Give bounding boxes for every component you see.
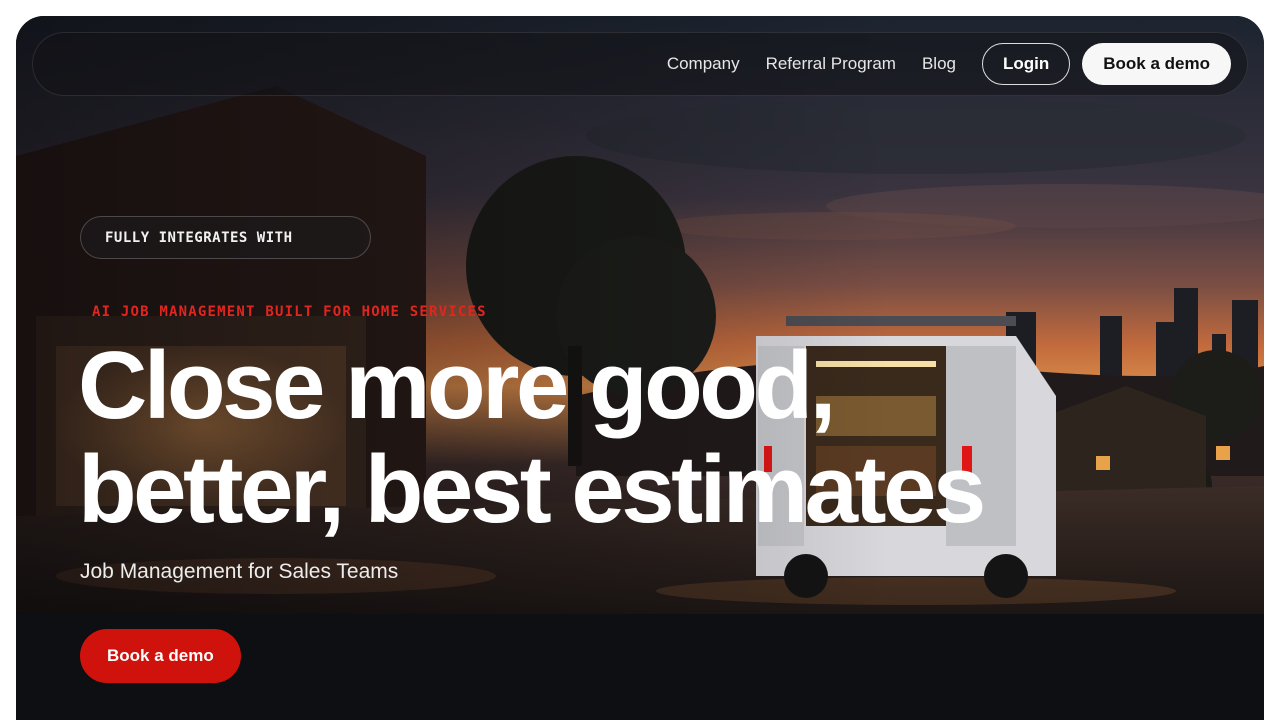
nav-link-referral-program[interactable]: Referral Program: [766, 54, 896, 74]
hero-headline: Close more good, better, best estimates: [78, 334, 1228, 542]
hero-subheadline: Job Management for Sales Teams: [80, 560, 399, 583]
top-navbar: Company Referral Program Blog Login Book…: [32, 32, 1248, 96]
hero-eyebrow: AI JOB MANAGEMENT BUILT FOR HOME SERVICE…: [92, 304, 487, 320]
integrations-pill-label: FULLY INTEGRATES WITH: [105, 229, 293, 246]
nav-link-blog[interactable]: Blog: [922, 54, 956, 74]
integrations-pill: FULLY INTEGRATES WITH: [80, 216, 371, 259]
login-button[interactable]: Login: [981, 43, 1071, 85]
hero-headline-line-2: better, best estimates: [78, 436, 986, 543]
book-demo-nav-button[interactable]: Book a demo: [1082, 43, 1231, 85]
book-demo-hero-button[interactable]: Book a demo: [80, 629, 241, 683]
nav-link-company[interactable]: Company: [667, 54, 740, 74]
hero-section: Company Referral Program Blog Login Book…: [16, 16, 1264, 720]
hero-headline-line-1: Close more good,: [78, 332, 836, 439]
